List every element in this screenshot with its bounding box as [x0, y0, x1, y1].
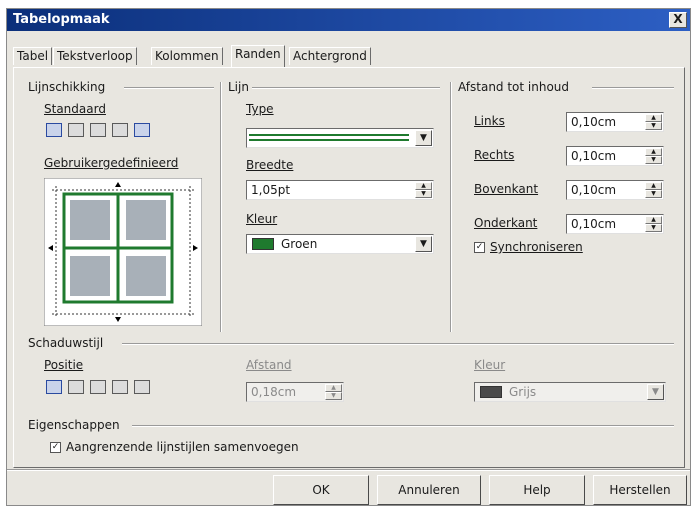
tabelopmaak-dialog: Tabelopmaak X Tabel Tekstverloop Kolomme… — [6, 8, 691, 506]
schaduwstijl-group-label: Schaduwstijl — [28, 336, 104, 350]
afstand-divider — [592, 87, 674, 89]
schaduw-afstand-value: 0,18cm — [251, 385, 297, 399]
onderkant-stepper[interactable]: ▲ ▼ — [645, 216, 662, 232]
annuleren-button[interactable]: Annuleren — [377, 475, 481, 505]
bovenkant-stepper[interactable]: ▲ ▼ — [645, 182, 662, 198]
ok-button[interactable]: OK — [273, 475, 369, 505]
schaduw-afstand-spinbox[interactable]: 0,18cm ▲ ▼ — [246, 382, 344, 402]
close-button[interactable]: X — [669, 12, 687, 28]
links-label: Links — [474, 114, 505, 128]
preset-inner-icon[interactable] — [134, 123, 150, 137]
links-stepper[interactable]: ▲ ▼ — [645, 114, 662, 130]
gebruikergedefinieerd-label: Gebruikergedefinieerd — [44, 156, 179, 170]
breedte-stepper[interactable]: ▲ ▼ — [415, 182, 432, 198]
schaduw-kleur-dropdown[interactable]: Grijs ▼ — [474, 382, 666, 402]
bovenkant-label: Bovenkant — [474, 182, 539, 196]
arrow-down-icon[interactable]: ▼ — [645, 224, 662, 232]
arrow-up-icon[interactable]: ▲ — [325, 384, 342, 392]
synchroniseren-label: Synchroniseren — [490, 240, 583, 254]
preset-outer-all-icon[interactable] — [112, 123, 128, 137]
type-label: Type — [246, 102, 274, 116]
schaduw-afstand-label: Afstand — [246, 358, 292, 372]
herstellen-button[interactable]: Herstellen — [593, 475, 687, 505]
links-value: 0,10cm — [571, 115, 617, 129]
shadow-top-right-icon[interactable] — [90, 380, 106, 394]
title-bar[interactable]: Tabelopmaak X — [7, 9, 690, 31]
schaduw-kleur-value: Grijs — [509, 385, 537, 399]
arrow-down-icon[interactable]: ▼ — [645, 156, 662, 164]
breedte-spinbox[interactable]: 1,05pt ▲ ▼ — [246, 180, 434, 200]
bovenkant-spinbox[interactable]: 0,10cm ▲ ▼ — [566, 180, 664, 200]
arrow-down-icon[interactable]: ▼ — [325, 392, 342, 400]
standaard-label: Standaard — [44, 102, 106, 116]
lijn-divider — [252, 87, 440, 89]
kleur-label: Kleur — [246, 212, 278, 226]
shadow-top-left-icon[interactable] — [134, 380, 150, 394]
arrow-up-icon[interactable]: ▲ — [645, 148, 662, 156]
samenvoegen-checkbox[interactable]: ✓ — [50, 442, 61, 453]
help-button[interactable]: Help — [489, 475, 585, 505]
green-swatch-icon — [252, 238, 274, 250]
lijn-group-label: Lijn — [228, 80, 249, 94]
rechts-stepper[interactable]: ▲ ▼ — [645, 148, 662, 164]
arrow-down-icon[interactable]: ▼ — [415, 190, 432, 198]
onderkant-label: Onderkant — [474, 216, 538, 230]
line-type-dropdown[interactable]: ▼ — [246, 128, 434, 148]
arrow-up-icon[interactable]: ▲ — [645, 216, 662, 224]
onderkant-value: 0,10cm — [571, 217, 617, 231]
preset-none-icon[interactable] — [46, 123, 62, 137]
arrow-up-icon[interactable]: ▲ — [415, 182, 432, 190]
onderkant-spinbox[interactable]: 0,10cm ▲ ▼ — [566, 214, 664, 234]
line-style-preview-icon — [249, 134, 409, 141]
afstand-group-label: Afstand tot inhoud — [458, 80, 570, 94]
tab-tabel[interactable]: Tabel — [13, 47, 53, 65]
breedte-value: 1,05pt — [251, 183, 291, 197]
arrow-up-icon[interactable]: ▲ — [645, 182, 662, 190]
shadow-bottom-left-icon[interactable] — [112, 380, 128, 394]
vertical-divider-right — [450, 82, 452, 332]
schaduw-afstand-stepper[interactable]: ▲ ▼ — [325, 384, 342, 400]
eigenschappen-group-label: Eigenschappen — [28, 418, 120, 432]
bovenkant-value: 0,10cm — [571, 183, 617, 197]
tab-achtergrond[interactable]: Achtergrond — [289, 47, 371, 65]
samenvoegen-label: Aangrenzende lijnstijlen samenvoegen — [66, 440, 299, 454]
rechts-spinbox[interactable]: 0,10cm ▲ ▼ — [566, 146, 664, 166]
line-color-dropdown[interactable]: Groen ▼ — [246, 234, 434, 254]
arrow-up-icon[interactable]: ▲ — [645, 114, 662, 122]
tab-tekstverloop[interactable]: Tekstverloop — [53, 47, 137, 65]
arrow-down-icon[interactable]: ▼ — [645, 122, 662, 130]
lijnschikking-divider — [124, 87, 214, 89]
preset-outer-icon[interactable] — [68, 123, 84, 137]
window-title: Tabelopmaak — [13, 12, 110, 27]
button-bar-divider — [7, 469, 690, 471]
preset-outer-horizontal-icon[interactable] — [90, 123, 106, 137]
shadow-bottom-right-icon[interactable] — [68, 380, 84, 394]
lijnschikking-group-label: Lijnschikking — [28, 80, 106, 94]
breedte-label: Breedte — [246, 158, 294, 172]
chevron-down-icon[interactable]: ▼ — [647, 384, 664, 400]
rechts-value: 0,10cm — [571, 149, 617, 163]
gray-swatch-icon — [480, 386, 502, 398]
eigenschappen-divider — [132, 425, 674, 427]
kleur-value: Groen — [281, 237, 318, 251]
chevron-down-icon[interactable]: ▼ — [415, 130, 432, 146]
arrow-down-icon[interactable]: ▼ — [645, 190, 662, 198]
tab-kolommen[interactable]: Kolommen — [151, 47, 223, 65]
schaduwstijl-divider — [122, 343, 674, 345]
border-preview[interactable] — [44, 178, 202, 326]
chevron-down-icon[interactable]: ▼ — [415, 236, 432, 252]
links-spinbox[interactable]: 0,10cm ▲ ▼ — [566, 112, 664, 132]
positie-label: Positie — [44, 358, 84, 372]
tab-randen[interactable]: Randen — [231, 45, 285, 67]
rechts-label: Rechts — [474, 148, 515, 162]
vertical-divider-left — [220, 82, 222, 332]
shadow-none-icon[interactable] — [46, 380, 62, 394]
randen-tab-page: Lijnschikking Standaard Gebruikergedefin… — [13, 67, 685, 468]
schaduw-kleur-label: Kleur — [474, 358, 506, 372]
synchroniseren-checkbox[interactable]: ✓ — [474, 242, 485, 253]
